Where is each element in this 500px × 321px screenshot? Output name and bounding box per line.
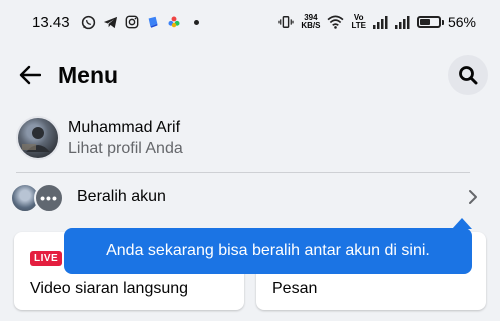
telegram-icon [103, 15, 118, 30]
network-speed-unit: KB/S [301, 21, 321, 30]
avatar [16, 116, 60, 160]
view-profile-link[interactable]: Lihat profil Anda [68, 138, 183, 160]
chevron-right-icon [464, 188, 482, 206]
status-left: 13.43 [32, 14, 199, 31]
vibrate-icon [278, 15, 294, 29]
menu-screen: 13.43 394 KB/S Vo LTE 56% Menu Muhammad … [0, 0, 500, 321]
header: Menu [0, 50, 500, 100]
search-button[interactable] [448, 55, 488, 95]
battery-fill [419, 19, 431, 25]
arrow-left-icon [19, 65, 41, 85]
wifi-icon [327, 15, 344, 29]
battery-percent: 56% [447, 14, 476, 30]
back-button[interactable] [16, 61, 44, 89]
switch-account-avatars: ••• [8, 181, 64, 213]
tooltip-text: Anda sekarang bisa beralih antar akun di… [106, 242, 430, 259]
battery-icon: 56% [416, 14, 476, 30]
app-icon [146, 15, 160, 29]
live-badge: LIVE [30, 251, 63, 266]
notification-dot [193, 19, 199, 25]
switch-account-label: Beralih akun [77, 188, 166, 205]
volte-indicator: Vo LTE [351, 14, 366, 30]
volte-bottom: LTE [351, 21, 366, 30]
divider [16, 172, 470, 173]
status-right: 394 KB/S Vo LTE 56% [278, 14, 476, 30]
switch-account-tooltip[interactable]: Anda sekarang bisa beralih antar akun di… [64, 228, 472, 274]
profile-row[interactable]: Muhammad Arif Lihat profil Anda [16, 113, 470, 163]
signal-icon [372, 15, 388, 29]
messages-label: Pesan [272, 280, 318, 297]
signal-icon [394, 15, 410, 29]
battery-tip [441, 19, 444, 25]
switch-account-row[interactable]: ••• Beralih akun [8, 178, 482, 216]
network-speed: 394 KB/S [301, 14, 320, 30]
more-accounts-icon: ••• [34, 183, 64, 213]
instagram-icon [125, 15, 139, 29]
page-title: Menu [58, 61, 119, 88]
whatsapp-icon [81, 15, 96, 30]
profile-text: Muhammad Arif Lihat profil Anda [68, 117, 183, 160]
profile-name: Muhammad Arif [68, 118, 181, 136]
search-icon [459, 66, 478, 85]
status-bar: 13.43 394 KB/S Vo LTE 56% [0, 0, 500, 44]
battery-body [416, 16, 441, 28]
status-time: 13.43 [32, 13, 70, 31]
live-video-label: Video siaran langsung [30, 280, 189, 297]
photos-icon [167, 15, 181, 29]
